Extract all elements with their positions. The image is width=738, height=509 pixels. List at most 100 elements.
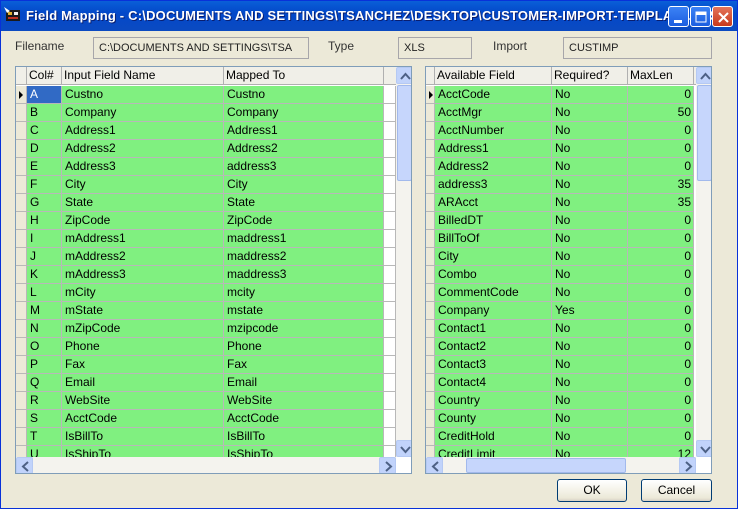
- table-row[interactable]: KmAddress3 maddress3: [16, 266, 396, 284]
- table-row[interactable]: address3 No 35: [426, 176, 696, 194]
- import-field[interactable]: CUSTIMP: [563, 37, 712, 59]
- maxlen-cell[interactable]: 0: [628, 266, 694, 284]
- mapped-to-cell[interactable]: maddress1: [224, 230, 384, 248]
- col-number-cell[interactable]: B: [27, 104, 62, 122]
- mapped-to-cell[interactable]: mstate: [224, 302, 384, 320]
- table-row[interactable]: F City City: [16, 176, 396, 194]
- input-field-name-cell[interactable]: State: [62, 194, 224, 212]
- available-field-cell[interactable]: Company: [435, 302, 552, 320]
- required-cell[interactable]: No: [552, 86, 628, 104]
- required-cell[interactable]: No: [552, 320, 628, 338]
- required-cell[interactable]: No: [552, 392, 628, 410]
- table-row[interactable]: S AcctCode AcctCode: [16, 410, 396, 428]
- available-field-cell[interactable]: Contact2: [435, 338, 552, 356]
- table-row[interactable]: A Custno Custno: [16, 86, 396, 104]
- input-field-name-cell[interactable]: mState: [62, 302, 224, 320]
- header-col-number[interactable]: Col#: [27, 67, 62, 85]
- available-field-cell[interactable]: Address2: [435, 158, 552, 176]
- col-number-cell[interactable]: L: [27, 284, 62, 302]
- mapped-to-cell[interactable]: City: [224, 176, 384, 194]
- available-field-cell[interactable]: address3: [435, 176, 552, 194]
- required-cell[interactable]: No: [552, 248, 628, 266]
- input-field-name-cell[interactable]: mAddress2: [62, 248, 224, 266]
- input-field-name-cell[interactable]: ZipCode: [62, 212, 224, 230]
- required-cell[interactable]: No: [552, 428, 628, 446]
- table-row[interactable]: Combo No 0: [426, 266, 696, 284]
- fields-scroll-right-button[interactable]: [679, 457, 696, 473]
- fields-hscroll-thumb[interactable]: [466, 458, 626, 473]
- col-number-cell[interactable]: C: [27, 122, 62, 140]
- maxlen-cell[interactable]: 0: [628, 122, 694, 140]
- maxlen-cell[interactable]: 0: [628, 212, 694, 230]
- table-row[interactable]: Contact1 No 0: [426, 320, 696, 338]
- available-field-cell[interactable]: BillToOf: [435, 230, 552, 248]
- input-field-name-cell[interactable]: City: [62, 176, 224, 194]
- input-field-name-cell[interactable]: mAddress3: [62, 266, 224, 284]
- available-field-cell[interactable]: CreditHold: [435, 428, 552, 446]
- maxlen-cell[interactable]: 0: [628, 140, 694, 158]
- fields-horizontal-scrollbar[interactable]: [426, 457, 696, 473]
- required-cell[interactable]: No: [552, 356, 628, 374]
- available-field-cell[interactable]: CommentCode: [435, 284, 552, 302]
- maxlen-cell[interactable]: 0: [628, 320, 694, 338]
- input-field-name-cell[interactable]: mAddress1: [62, 230, 224, 248]
- table-row[interactable]: H ZipCode ZipCode: [16, 212, 396, 230]
- table-row[interactable]: ImAddress1 maddress1: [16, 230, 396, 248]
- table-row[interactable]: D Address2 Address2: [16, 140, 396, 158]
- mapped-to-cell[interactable]: Phone: [224, 338, 384, 356]
- table-row[interactable]: BillToOf No 0: [426, 230, 696, 248]
- maxlen-cell[interactable]: 0: [628, 356, 694, 374]
- table-row[interactable]: AcctCode No 0: [426, 86, 696, 104]
- table-row[interactable]: E Address3 address3: [16, 158, 396, 176]
- available-field-cell[interactable]: City: [435, 248, 552, 266]
- title-bar[interactable]: Field Mapping - C:\DOCUMENTS AND SETTING…: [1, 1, 737, 31]
- mapped-to-cell[interactable]: mcity: [224, 284, 384, 302]
- fields-scroll-up-button[interactable]: [696, 67, 711, 84]
- header-available-field[interactable]: Available Field: [435, 67, 552, 85]
- available-field-cell[interactable]: ARAcct: [435, 194, 552, 212]
- required-cell[interactable]: No: [552, 104, 628, 122]
- mapping-scroll-down-button[interactable]: [396, 440, 411, 457]
- input-field-name-cell[interactable]: AcctCode: [62, 410, 224, 428]
- table-row[interactable]: CommentCode No 0: [426, 284, 696, 302]
- input-field-name-cell[interactable]: Fax: [62, 356, 224, 374]
- maxlen-cell[interactable]: 0: [628, 86, 694, 104]
- available-field-cell[interactable]: AcctNumber: [435, 122, 552, 140]
- required-cell[interactable]: No: [552, 212, 628, 230]
- col-number-cell[interactable]: T: [27, 428, 62, 446]
- maxlen-cell[interactable]: 0: [628, 392, 694, 410]
- ok-button[interactable]: OK: [557, 479, 627, 502]
- required-cell[interactable]: No: [552, 338, 628, 356]
- input-field-name-cell[interactable]: Address1: [62, 122, 224, 140]
- table-row[interactable]: AcctMgr No 50: [426, 104, 696, 122]
- mapping-horizontal-scrollbar[interactable]: [16, 457, 396, 473]
- mapped-to-cell[interactable]: Address2: [224, 140, 384, 158]
- mapped-to-cell[interactable]: Email: [224, 374, 384, 392]
- input-field-name-cell[interactable]: Custno: [62, 86, 224, 104]
- mapping-scroll-up-button[interactable]: [396, 67, 411, 84]
- maxlen-cell[interactable]: 0: [628, 338, 694, 356]
- fields-scroll-thumb[interactable]: [697, 85, 711, 181]
- col-number-cell[interactable]: D: [27, 140, 62, 158]
- table-row[interactable]: Contact2 No 0: [426, 338, 696, 356]
- table-row[interactable]: County No 0: [426, 410, 696, 428]
- minimize-button[interactable]: [668, 6, 689, 27]
- mapped-to-cell[interactable]: mzipcode: [224, 320, 384, 338]
- available-field-cell[interactable]: Address1: [435, 140, 552, 158]
- input-field-name-cell[interactable]: WebSite: [62, 392, 224, 410]
- table-row[interactable]: AcctNumber No 0: [426, 122, 696, 140]
- header-maxlen[interactable]: MaxLen: [628, 67, 694, 85]
- table-row[interactable]: C Address1 Address1: [16, 122, 396, 140]
- available-field-cell[interactable]: County: [435, 410, 552, 428]
- maxlen-cell[interactable]: 0: [628, 302, 694, 320]
- input-field-name-cell[interactable]: Company: [62, 104, 224, 122]
- col-number-cell[interactable]: I: [27, 230, 62, 248]
- fields-scroll-left-button[interactable]: [426, 457, 443, 473]
- col-number-cell[interactable]: F: [27, 176, 62, 194]
- mapped-to-cell[interactable]: AcctCode: [224, 410, 384, 428]
- mapped-to-cell[interactable]: Address1: [224, 122, 384, 140]
- maxlen-cell[interactable]: 35: [628, 194, 694, 212]
- table-row[interactable]: Contact4 No 0: [426, 374, 696, 392]
- available-field-cell[interactable]: Contact1: [435, 320, 552, 338]
- mapped-to-cell[interactable]: ZipCode: [224, 212, 384, 230]
